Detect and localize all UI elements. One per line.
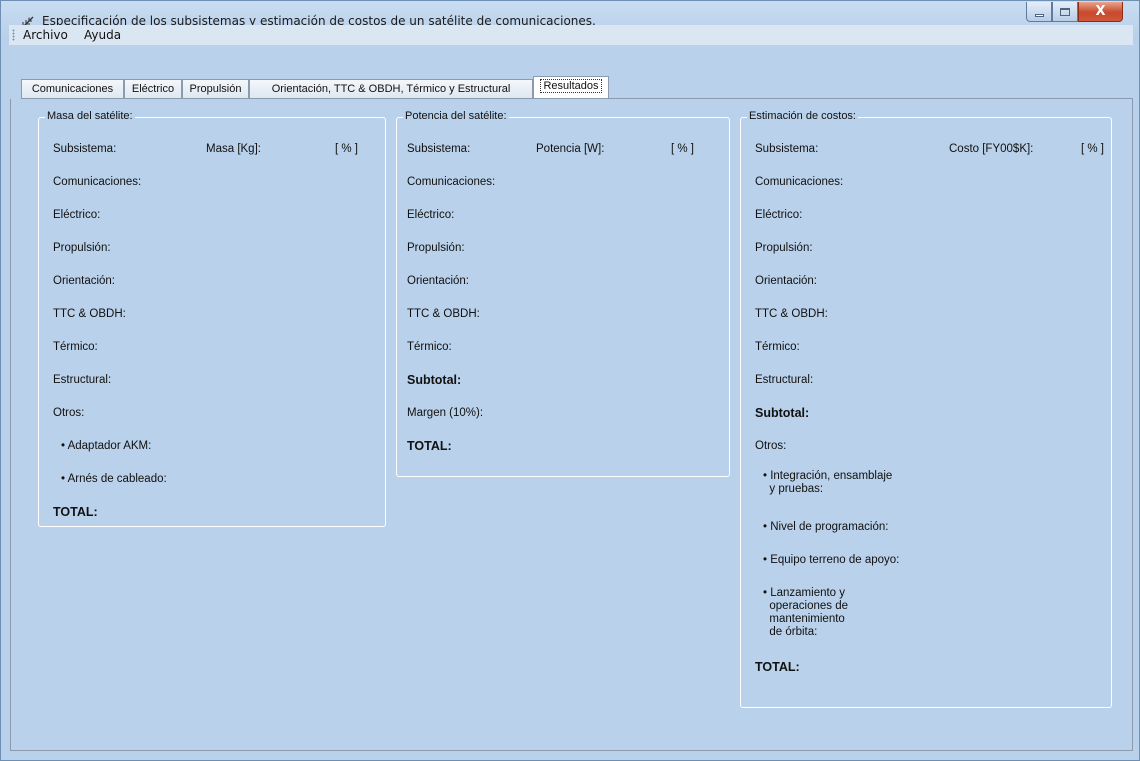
header-subsistema: Subsistema: [755,143,819,155]
otros-item-lanzamiento: de órbita: [763,626,818,638]
otros-item-integracion: y pruebas: [763,483,824,495]
group-costos: Estimación de costos: Subsistema: Costo … [740,110,1112,708]
header-porcentaje: [ % ] [671,143,695,155]
otros-item-programacion: • Nivel de programación: [763,521,889,533]
row-label: Otros: [53,407,85,419]
header-porcentaje: [ % ] [1081,143,1105,155]
header-masa: Masa [Kg]: [206,143,261,155]
otros-item: • Adaptador AKM: [61,440,152,452]
maximize-icon [1060,7,1070,16]
row-label: Comunicaciones: [407,176,496,188]
minimize-icon [1034,14,1044,17]
row-label: Térmico: [755,341,800,353]
row-label: Orientación: [53,275,116,287]
otros-item-lanzamiento: • Lanzamiento y [763,587,846,599]
header-costo: Costo [FY00$K]: [949,143,1034,155]
group-masa: Masa del satélite: Subsistema: Masa [Kg]… [38,110,386,527]
header-subsistema: Subsistema: [407,143,471,155]
otros-item-lanzamiento: mantenimiento [763,613,845,625]
tab-label: Comunicaciones [31,83,114,95]
row-label: Eléctrico: [53,209,101,221]
otros-item-lanzamiento: operaciones de [763,600,849,612]
close-icon: X [1095,4,1106,19]
tab-orientacion-ttc-obdh[interactable]: Orientación, TTC & OBDH, Térmico y Estru… [249,79,533,99]
menu-bar: Archivo Ayuda [9,25,1133,45]
group-title: Masa del satélite: [45,110,135,122]
row-label: Propulsión: [407,242,465,254]
tab-electrico[interactable]: Eléctrico [124,79,182,99]
total-label: TOTAL: [755,660,800,674]
subtotal-label: Subtotal: [407,373,462,387]
tab-resultados[interactable]: Resultados [533,76,609,99]
row-label: TTC & OBDH: [755,308,828,320]
row-label: Eléctrico: [407,209,455,221]
window-controls: X [1026,2,1123,24]
tab-label: Propulsión [189,83,242,95]
row-label: Térmico: [407,341,452,353]
menu-ayuda[interactable]: Ayuda [84,28,121,42]
minimize-button[interactable] [1026,2,1052,22]
group-title: Estimación de costos: [747,110,858,122]
tab-panel-resultados: Masa del satélite: Subsistema: Masa [Kg]… [10,99,1133,751]
row-label: Orientación: [407,275,470,287]
tab-comunicaciones[interactable]: Comunicaciones [21,79,124,99]
close-button[interactable]: X [1078,2,1123,22]
header-porcentaje: [ % ] [335,143,359,155]
otros-label: Otros: [755,440,787,452]
total-label: TOTAL: [53,505,98,519]
main-window: Especificación de los subsistemas y esti… [0,0,1140,761]
otros-item-equipo: • Equipo terreno de apoyo: [763,554,900,566]
row-label: Estructural: [53,374,112,386]
row-label: Comunicaciones: [53,176,142,188]
tab-propulsion[interactable]: Propulsión [182,79,249,99]
otros-item: • Arnés de cableado: [61,473,167,485]
otros-item-integracion: • Integración, ensamblaje [763,470,893,482]
row-label: Comunicaciones: [755,176,844,188]
row-label: Estructural: [755,374,814,386]
menu-grip-icon [12,29,15,41]
row-label: Eléctrico: [755,209,803,221]
margen-label: Margen (10%): [407,407,484,419]
header-subsistema: Subsistema: [53,143,117,155]
header-potencia: Potencia [W]: [536,143,605,155]
row-label: Orientación: [755,275,818,287]
row-label: TTC & OBDH: [53,308,126,320]
row-label: Térmico: [53,341,98,353]
row-label: Propulsión: [53,242,111,254]
tab-label: Eléctrico [131,83,175,95]
group-title: Potencia del satélite: [403,110,509,122]
total-label: TOTAL: [407,439,452,453]
tab-label: Resultados [540,79,602,93]
group-potencia: Potencia del satélite: Subsistema: Poten… [396,110,730,477]
row-label: TTC & OBDH: [407,308,480,320]
menu-archivo[interactable]: Archivo [23,28,68,42]
row-label: Propulsión: [755,242,813,254]
tab-label: Orientación, TTC & OBDH, Térmico y Estru… [271,83,511,95]
subtotal-label: Subtotal: [755,406,810,420]
maximize-button[interactable] [1052,2,1078,22]
